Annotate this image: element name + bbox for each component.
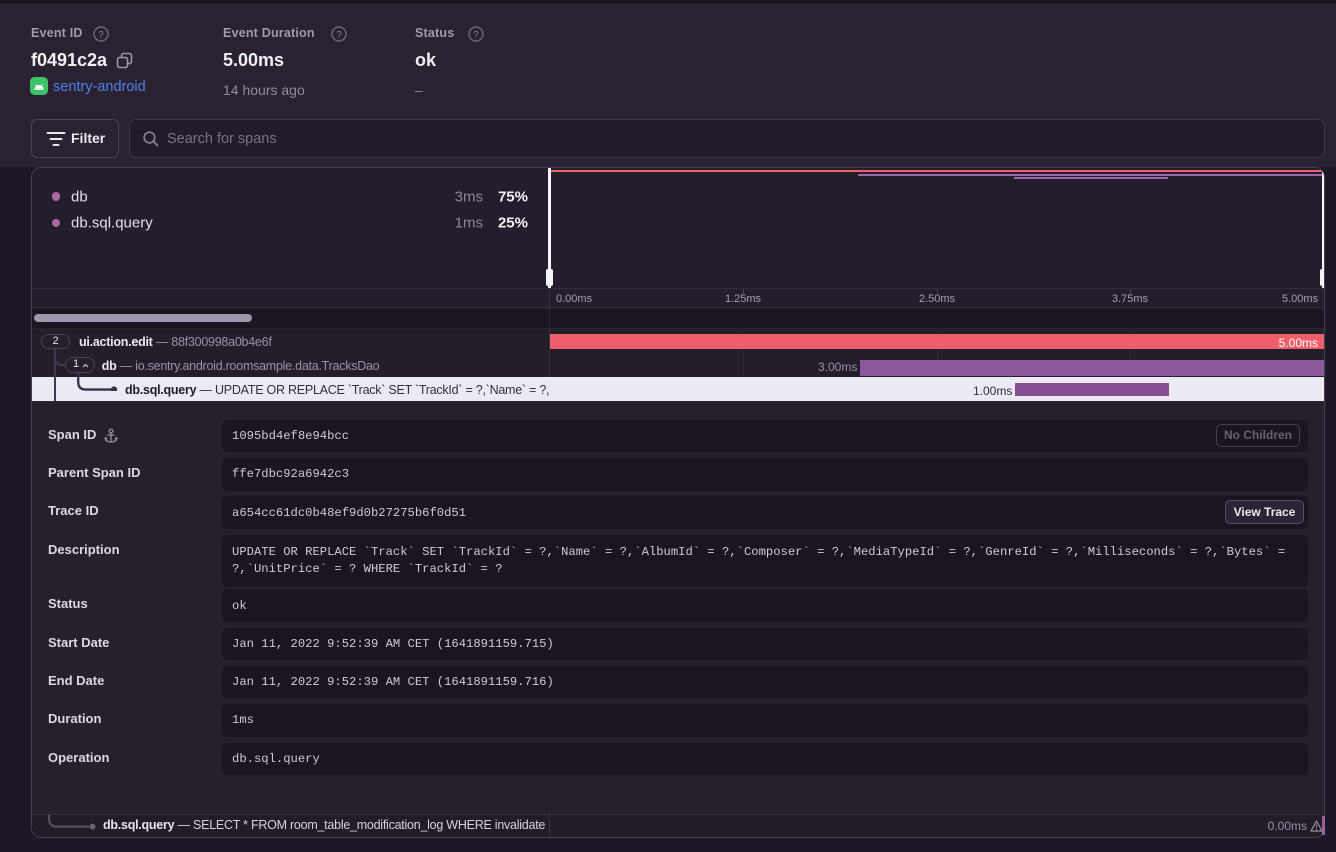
svg-text:?: ? [98,29,103,40]
svg-text:?: ? [473,29,478,40]
svg-text:?: ? [336,29,341,40]
